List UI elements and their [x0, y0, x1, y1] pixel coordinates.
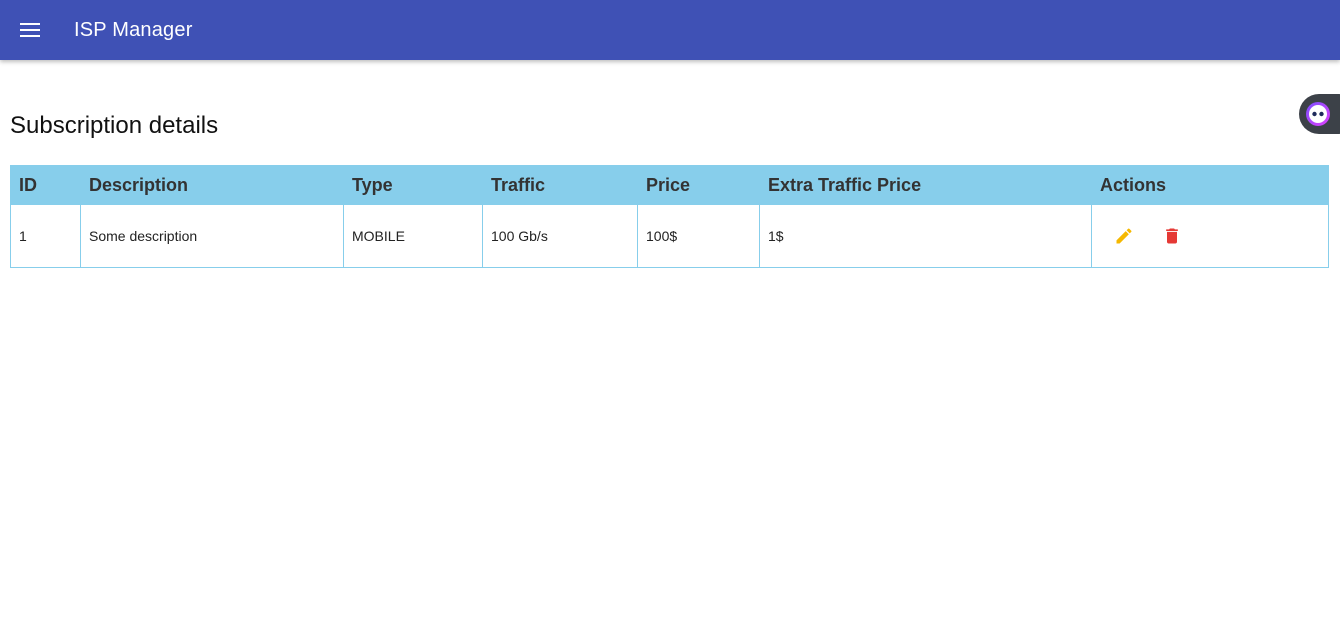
floating-assistant-button[interactable]	[1299, 94, 1340, 134]
pencil-icon	[1116, 228, 1132, 244]
page-title: Subscription details	[10, 112, 219, 139]
column-header-actions: Actions	[1091, 165, 1329, 205]
cell-id: 1	[10, 204, 81, 268]
column-header-type: Type	[343, 165, 483, 205]
assistant-face-icon	[1306, 102, 1330, 126]
menu-button[interactable]	[10, 10, 50, 50]
app-title: ISP Manager	[74, 18, 193, 41]
hamburger-menu-icon	[20, 23, 40, 37]
subscription-table-container: ID Description Type Traffic Price Extra …	[10, 165, 1329, 268]
table-header-row: ID Description Type Traffic Price Extra …	[10, 165, 1329, 205]
edit-button[interactable]	[1110, 222, 1138, 250]
cell-extra-traffic-price: 1$	[759, 204, 1092, 268]
table-row: 1 Some description MOBILE 100 Gb/s 100$ …	[10, 204, 1329, 268]
trash-icon	[1166, 228, 1178, 244]
cell-price: 100$	[637, 204, 760, 268]
column-header-id: ID	[10, 165, 81, 205]
cell-actions	[1091, 204, 1329, 268]
column-header-description: Description	[80, 165, 344, 205]
app-bar: ISP Manager	[0, 0, 1340, 60]
cell-type: MOBILE	[343, 204, 483, 268]
subscription-table: ID Description Type Traffic Price Extra …	[10, 165, 1329, 268]
cell-traffic: 100 Gb/s	[482, 204, 638, 268]
cell-description: Some description	[80, 204, 344, 268]
column-header-extra-traffic-price: Extra Traffic Price	[759, 165, 1092, 205]
column-header-traffic: Traffic	[482, 165, 638, 205]
column-header-price: Price	[637, 165, 760, 205]
delete-button[interactable]	[1158, 222, 1186, 250]
